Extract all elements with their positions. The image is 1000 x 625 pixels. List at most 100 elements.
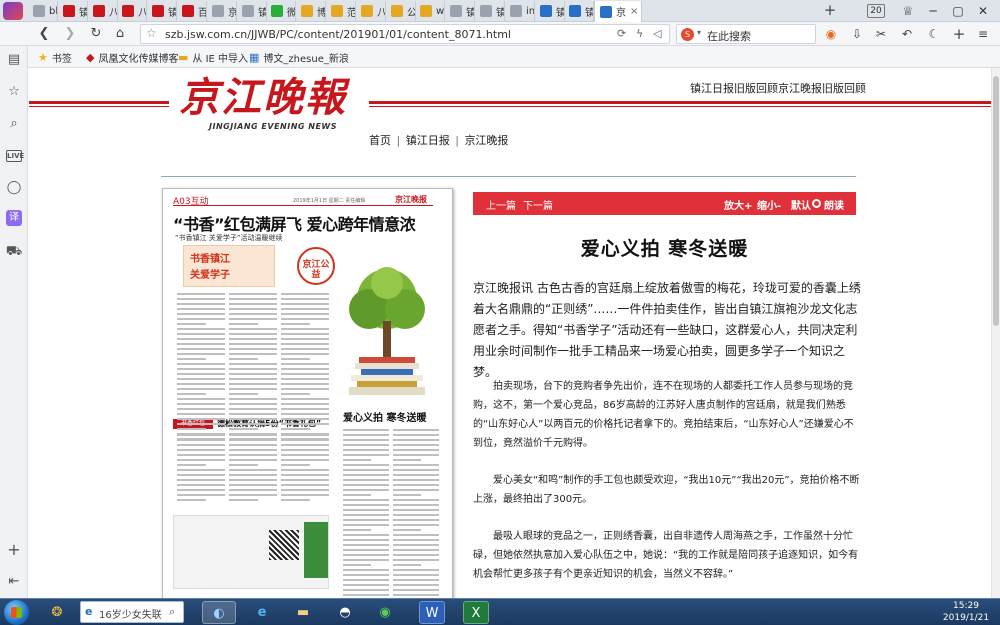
taskbar-search-text[interactable]: 16岁少女失联 — [99, 606, 162, 621]
add-icon[interactable]: + — [950, 25, 968, 43]
globe-favicon-icon — [212, 5, 224, 17]
undo-icon[interactable]: ↶ — [898, 25, 916, 43]
url-text[interactable]: szb.jsw.com.cn/JJWB/PC/content/201901/01… — [165, 28, 511, 41]
taskbar-media-icon[interactable]: ◓ — [328, 601, 362, 624]
favorites-star-icon[interactable]: ☆ — [4, 82, 24, 102]
zoom-in-button[interactable]: 放大+ — [724, 197, 752, 212]
menu-icon[interactable]: ≡ — [974, 25, 992, 43]
tab-item[interactable]: in — [505, 1, 535, 21]
paper-headline[interactable]: “书香”红包满屏飞 爱心跨年情意浓 — [173, 211, 416, 235]
tab-item[interactable]: 镇 — [147, 1, 177, 21]
tab-item[interactable]: 京 × — [594, 1, 642, 22]
system-clock[interactable]: 15:29 2019/1/21 — [936, 600, 996, 624]
share-icon[interactable]: ◁ — [653, 27, 661, 40]
tab-item[interactable]: bl — [28, 1, 58, 21]
taskbar-ie-icon[interactable]: e — [245, 601, 279, 624]
start-button[interactable] — [4, 600, 29, 625]
tab-item[interactable]: 镇 — [475, 1, 505, 21]
taskbar-search-box[interactable]: e 16岁少女失联 ⌕ — [80, 601, 184, 623]
nav-zjrb-link[interactable]: 镇江日报 — [406, 134, 450, 147]
tab-count-button[interactable]: 20 — [867, 4, 885, 18]
tab-item[interactable]: 镇 — [237, 1, 267, 21]
globe-favicon-icon — [242, 5, 254, 17]
nav-home-link[interactable]: 首页 — [369, 134, 391, 147]
taskbar-colorful-app-icon[interactable]: ❂ — [40, 601, 74, 624]
paper-header-rule — [173, 205, 433, 206]
translate-icon[interactable]: 译 — [6, 210, 22, 226]
engine-dropdown-icon[interactable]: ▾ — [697, 28, 701, 37]
search-input[interactable]: 在此搜索 — [707, 28, 751, 44]
shirt-skin-icon[interactable]: ♕ — [897, 1, 919, 21]
back-arrow-icon[interactable]: ❮ — [34, 24, 54, 44]
close-window-icon[interactable]: ✕ — [972, 1, 994, 21]
taskbar-excel-icon[interactable]: X — [463, 601, 489, 624]
tab-item[interactable]: wi — [415, 1, 445, 21]
chat-bubble-icon[interactable]: ◯ — [4, 178, 24, 198]
add-sidebar-plus-icon[interactable]: + — [4, 540, 24, 560]
tab-item[interactable]: 百 — [177, 1, 207, 21]
bookmark-item[interactable]: ◆ 凤凰文化传媒博客 — [86, 50, 178, 65]
read-aloud-radio-icon[interactable] — [812, 199, 821, 208]
default-size-button[interactable]: 默认 — [791, 197, 811, 212]
arrow-favicon-icon — [569, 5, 581, 17]
read-aloud-button[interactable]: 朗读 — [824, 197, 844, 212]
site-logo[interactable]: 京江晚報 JINGJIANG EVENING NEWS — [179, 74, 359, 132]
scissors-icon[interactable]: ✂ — [872, 25, 890, 43]
site-nav: 首页 | 镇江日报 | 京江晚报 — [369, 132, 508, 148]
taskbar-folder-icon[interactable]: ▬ — [286, 601, 320, 624]
taskbar-word-icon[interactable]: W — [419, 601, 445, 624]
tab-item[interactable]: 微 — [266, 1, 296, 21]
bookmark-item[interactable]: ▬ 从 IE 中导入 — [178, 50, 248, 65]
collapse-sidebar-icon[interactable]: ⇤ — [4, 572, 24, 592]
tab-item[interactable]: 公 — [386, 1, 416, 21]
home-icon[interactable]: ⌂ — [110, 24, 130, 44]
zoom-out-button[interactable]: 缩小- — [757, 197, 781, 212]
zjrb-archive-link[interactable]: 镇江日报旧版回顾 — [690, 80, 778, 96]
tab-item[interactable]: 镇 — [58, 1, 88, 21]
tab-item[interactable]: 八 — [88, 1, 118, 21]
gamepad-icon[interactable]: ◉ — [822, 25, 840, 43]
prev-article-link[interactable]: 上一篇 — [486, 197, 516, 212]
paper-text-line — [177, 479, 225, 481]
taskbar-browser-icon[interactable]: ◐ — [202, 601, 236, 624]
next-article-link[interactable]: 下一篇 — [523, 197, 553, 212]
address-bar[interactable]: ☆ szb.jsw.com.cn/JJWB/PC/content/201901/… — [140, 24, 670, 44]
img-favicon-icon — [331, 5, 343, 17]
tab-item[interactable]: 博 — [296, 1, 326, 21]
taskbar-wechat-icon[interactable]: ◉ — [368, 601, 402, 624]
newspaper-page-preview[interactable]: A03互动 2019年1月1日 星期二 责任编辑 京江晚报 “书香”红包满屏飞 … — [162, 188, 453, 598]
jjwb-archive-link[interactable]: 京江晚报旧版回顾 — [778, 80, 866, 96]
tab-item[interactable]: 镇 — [535, 1, 565, 21]
close-tab-icon[interactable]: × — [630, 6, 638, 17]
scrollbar-thumb[interactable] — [993, 76, 999, 326]
lightning-icon[interactable]: ϟ — [636, 27, 643, 40]
search-icon[interactable]: ⌕ — [4, 114, 24, 134]
bookmark-item[interactable]: ★ 书签 — [38, 50, 72, 65]
tab-item[interactable]: 八 — [117, 1, 147, 21]
tab-item[interactable]: 范 — [326, 1, 356, 21]
reload-icon[interactable]: ↻ — [86, 24, 106, 44]
search-engine-logo-icon[interactable]: S — [681, 28, 694, 41]
page-scrollbar[interactable] — [991, 68, 1000, 598]
tab-item[interactable]: 八 — [356, 1, 386, 21]
magnifier-icon[interactable]: ⌕ — [169, 605, 175, 619]
new-tab-plus-icon[interactable]: + — [822, 1, 838, 21]
paper-photo-caption[interactable]: 爱心义拍 寒冬送暖 — [343, 409, 426, 424]
tab-item[interactable]: 镇 — [445, 1, 475, 21]
nav-jjwb-link[interactable]: 京江晚报 — [464, 134, 508, 147]
bookmark-star-icon[interactable]: ☆ — [146, 26, 157, 40]
minimize-icon[interactable]: ─ — [922, 1, 944, 21]
live-icon[interactable]: LIVE — [6, 150, 24, 162]
browser-logo-icon[interactable] — [3, 2, 23, 20]
reading-list-icon[interactable]: ▤ — [4, 50, 24, 70]
bookmark-item[interactable]: ▦ 博文_zhesue_新浪 — [249, 50, 349, 65]
night-mode-moon-icon[interactable]: ☾ — [925, 25, 943, 43]
forward-arrow-icon[interactable]: ❯ — [60, 24, 80, 44]
search-box[interactable]: S ▾ 在此搜索 — [676, 24, 816, 44]
tab-item[interactable]: 镇 — [564, 1, 594, 21]
refresh-site-icon[interactable]: ⟳ — [617, 27, 626, 40]
cart-icon[interactable]: ⛟ — [4, 242, 24, 262]
download-icon[interactable]: ⇩ — [848, 25, 866, 43]
maximize-icon[interactable]: ▢ — [947, 1, 969, 21]
tab-item[interactable]: 京 — [207, 1, 237, 21]
